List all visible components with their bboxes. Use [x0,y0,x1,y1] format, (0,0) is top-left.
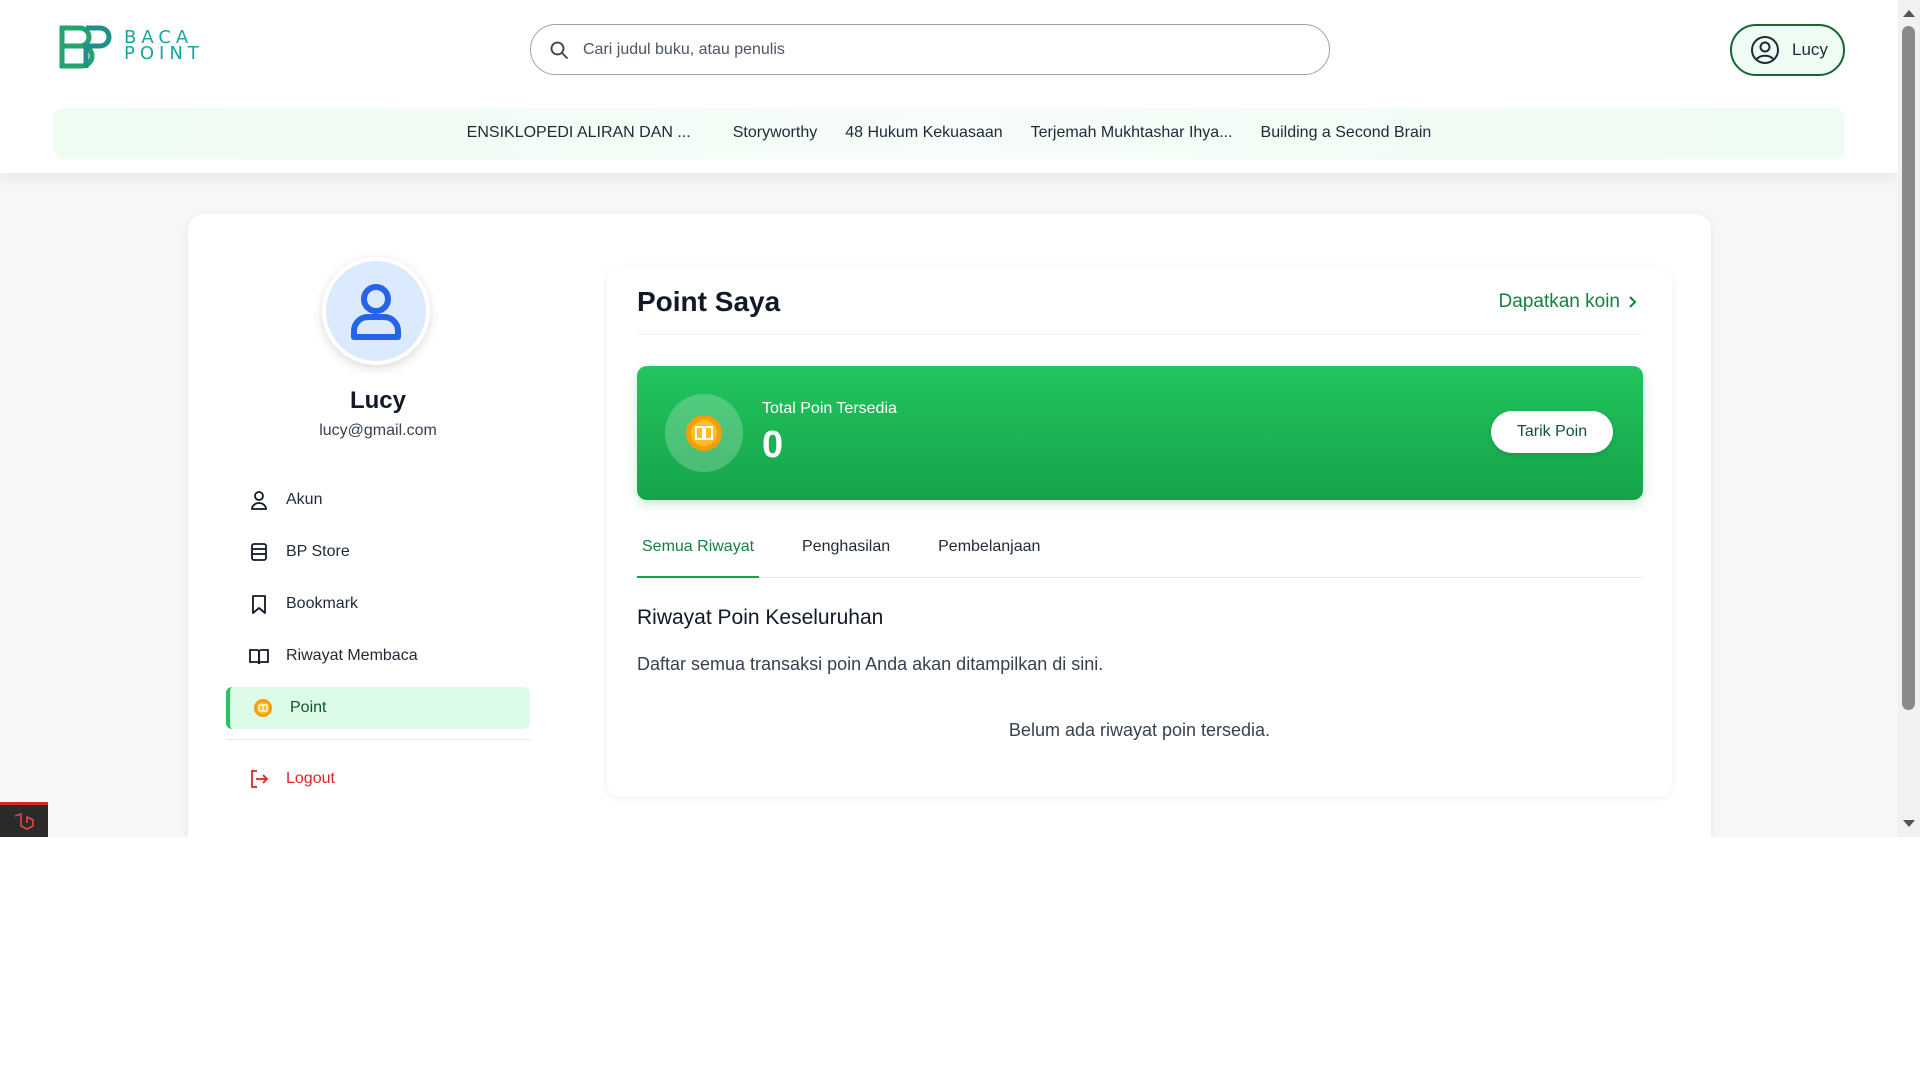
get-coin-label: Dapatkan koin [1498,291,1620,312]
menu-item-reading-history[interactable]: Riwayat Membaca [226,635,530,677]
page-scrollbar[interactable] [1898,0,1920,837]
points-summary: Total Poin Tersedia 0 Tarik Poin [637,366,1643,500]
avatar [322,257,430,365]
history-title: Riwayat Poin Keseluruhan [637,606,884,629]
coin-icon [686,415,722,451]
book-nav-item[interactable]: ENSIKLOPEDI ALIRAN DAN ... [467,124,691,142]
logo-text: BACA POINT [124,29,204,64]
withdraw-points-button[interactable]: Tarik Poin [1491,411,1613,453]
chevron-right-icon [1629,296,1637,308]
menu-label: BP Store [286,543,350,560]
menu-label: Riwayat Membaca [286,647,418,664]
coin-icon [254,699,272,717]
coin-badge [665,394,743,472]
history-empty-state: Belum ada riwayat poin tersedia. [1008,720,1271,740]
menu-item-bookmark[interactable]: Bookmark [226,583,530,625]
book-nav-item[interactable]: Terjemah Mukhtashar Ihya... [1031,124,1233,142]
logo-line-2: POINT [124,43,204,64]
menu-label: Point [290,699,327,716]
search-bar[interactable] [530,24,1330,75]
scroll-down-arrow-icon[interactable] [1903,820,1915,827]
account-card: Lucy lucy@gmail.com Akun BP Store Bookma… [188,214,1711,837]
profile-email: lucy@gmail.com [319,422,437,439]
page-title: Point Saya [637,286,781,317]
tab-spending[interactable]: Pembelanjaan [933,534,1045,578]
menu-label: Logout [286,770,335,787]
search-input[interactable] [583,40,1283,59]
store-icon [251,543,267,561]
scroll-thumb[interactable] [1902,26,1915,710]
viewport: BACA POINT Lucy ENSIKLOPEDI ALIRAN DAN .… [0,0,1920,837]
menu-item-store[interactable]: BP Store [226,531,530,573]
site-header: BACA POINT Lucy ENSIKLOPEDI ALIRAN DAN .… [0,0,1898,173]
book-nav: ENSIKLOPEDI ALIRAN DAN ... Storyworthy 4… [54,108,1844,158]
laravel-icon [14,812,34,830]
title-divider [637,334,1642,335]
account-menu: Akun BP Store Bookmark Riwayat Membaca P… [226,479,530,810]
book-nav-item[interactable]: Storyworthy [733,124,817,142]
logo-mark-icon [59,25,112,69]
menu-item-logout[interactable]: Logout [226,758,530,800]
user-circle-icon [1751,36,1779,64]
book-nav-item[interactable]: Building a Second Brain [1261,124,1432,142]
menu-label: Bookmark [286,595,359,612]
tab-earnings[interactable]: Penghasilan [797,534,895,578]
menu-item-point[interactable]: Point [226,687,530,729]
user-menu-button[interactable]: Lucy [1730,24,1845,76]
menu-item-akun[interactable]: Akun [226,479,530,521]
points-value: 0 [762,424,784,466]
history-tabs: Semua Riwayat Penghasilan Pembelanjaan [637,534,1642,578]
points-panel: Point Saya Dapatkan koin Total Poin Ters… [607,266,1672,796]
menu-divider [226,739,530,740]
user-menu-label: Lucy [1792,40,1828,59]
bookmark-icon [252,595,266,614]
get-coin-link[interactable]: Dapatkan koin [1499,291,1638,313]
scroll-up-arrow-icon[interactable] [1903,10,1915,17]
logout-icon [251,770,269,788]
user-icon [351,284,401,340]
book-nav-item[interactable]: 48 Hukum Kekuasaan [845,124,1002,142]
menu-label: Akun [286,491,323,508]
points-label: Total Poin Tersedia [762,400,897,417]
history-description: Daftar semua transaksi poin Anda akan di… [637,654,1104,674]
open-book-icon [249,649,269,665]
profile-name: Lucy [349,387,406,414]
tab-all-history[interactable]: Semua Riwayat [637,534,760,578]
debug-badge[interactable] [0,802,48,837]
logo[interactable]: BACA POINT [56,22,204,70]
person-icon [251,491,267,510]
search-icon [550,41,568,59]
